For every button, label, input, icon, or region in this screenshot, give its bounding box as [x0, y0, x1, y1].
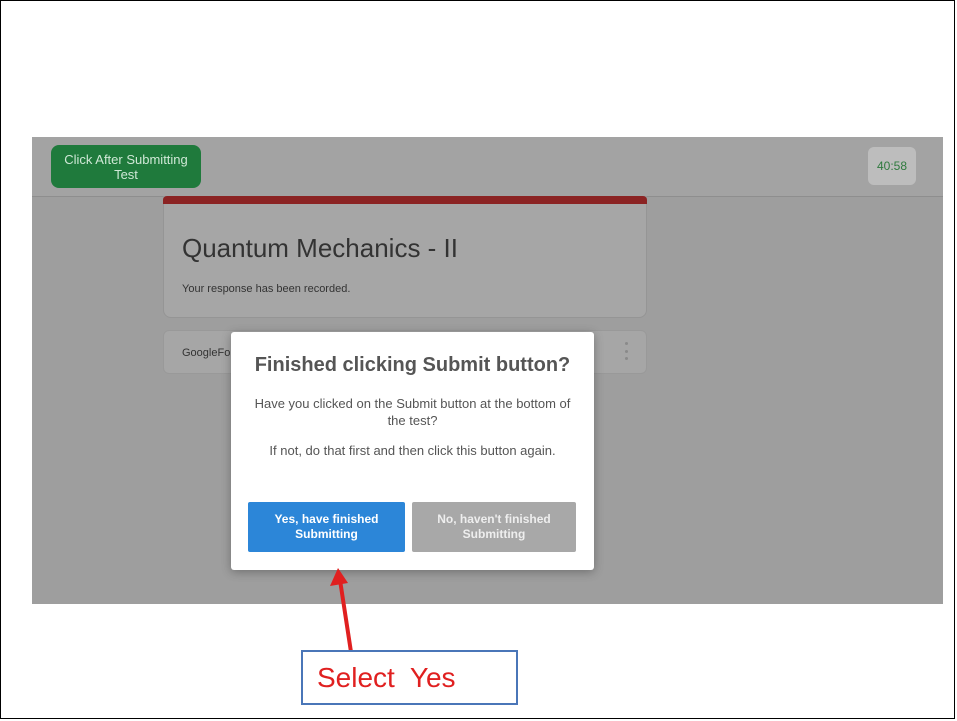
- app-screen: Click After Submitting Test 40:58 Quantu…: [32, 137, 943, 604]
- more-vert-icon[interactable]: [625, 342, 629, 360]
- red-arrow-icon: [330, 568, 353, 653]
- select-yes-callout: Select Yes: [301, 650, 518, 705]
- dialog-question: Have you clicked on the Submit button at…: [254, 396, 571, 428]
- dialog-instruction: If not, do that first and then click thi…: [269, 443, 556, 458]
- yes-finished-button[interactable]: Yes, have finished Submitting: [248, 502, 405, 552]
- form-title: Quantum Mechanics - II: [182, 233, 458, 263]
- countdown-timer: 40:58: [868, 147, 916, 185]
- confirm-submit-dialog: Finished clicking Submit button? Have yo…: [231, 332, 594, 570]
- form-accent-bar: [163, 196, 647, 204]
- click-after-submitting-button[interactable]: Click After Submitting Test: [51, 145, 201, 188]
- top-bar: Click After Submitting Test 40:58: [32, 137, 943, 197]
- response-recorded-text: Your response has been recorded.: [182, 283, 351, 295]
- no-not-finished-button[interactable]: No, haven't finished Submitting: [412, 502, 576, 552]
- google-forms-logo: GoogleFor: [182, 347, 234, 359]
- callout-text: Select Yes: [317, 661, 456, 693]
- dialog-title: Finished clicking Submit button?: [254, 354, 571, 376]
